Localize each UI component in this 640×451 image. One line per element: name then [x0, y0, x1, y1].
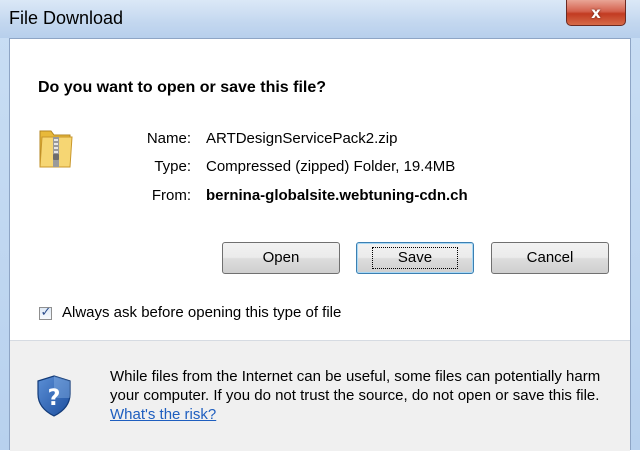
warning-message: While files from the Internet can be use…	[110, 367, 620, 424]
svg-text:?: ?	[48, 386, 61, 411]
always-ask-label[interactable]: Always ask before opening this type of f…	[62, 304, 341, 321]
open-button-label: Open	[262, 249, 300, 266]
dialog-content: Do you want to open or save this file? N…	[9, 38, 631, 451]
main-pane: Do you want to open or save this file? N…	[10, 39, 630, 340]
window-title: File Download	[9, 8, 124, 28]
dialog-heading: Do you want to open or save this file?	[38, 79, 327, 96]
title-bar[interactable]: File Download x	[0, 0, 640, 38]
close-button[interactable]: x	[566, 0, 626, 26]
from-label: From:	[151, 187, 191, 204]
close-icon: x	[591, 4, 601, 22]
save-button-label: Save	[371, 247, 459, 269]
name-value: ARTDesignServicePack2.zip	[206, 130, 398, 147]
name-label: Name:	[146, 130, 191, 147]
warning-text: While files from the Internet can be use…	[110, 368, 601, 404]
whats-the-risk-link[interactable]: What's the risk?	[110, 406, 216, 423]
zip-folder-icon	[39, 130, 73, 168]
warning-pane: ? While files from the Internet can be u…	[10, 341, 630, 451]
type-value: Compressed (zipped) Folder, 19.4MB	[206, 158, 456, 175]
always-ask-checkbox[interactable]: ✓	[39, 305, 52, 320]
type-label: Type:	[154, 158, 191, 175]
file-download-window: File Download x Do you want to open or s…	[0, 0, 640, 451]
open-button[interactable]: Open	[222, 242, 340, 274]
cancel-button-label: Cancel	[526, 249, 574, 266]
checkmark-icon: ✓	[40, 305, 52, 320]
from-value: bernina-globalsite.webtuning-cdn.ch	[206, 187, 468, 204]
cancel-button[interactable]: Cancel	[491, 242, 609, 274]
save-button[interactable]: Save	[356, 242, 474, 274]
shield-question-icon: ?	[37, 375, 71, 417]
